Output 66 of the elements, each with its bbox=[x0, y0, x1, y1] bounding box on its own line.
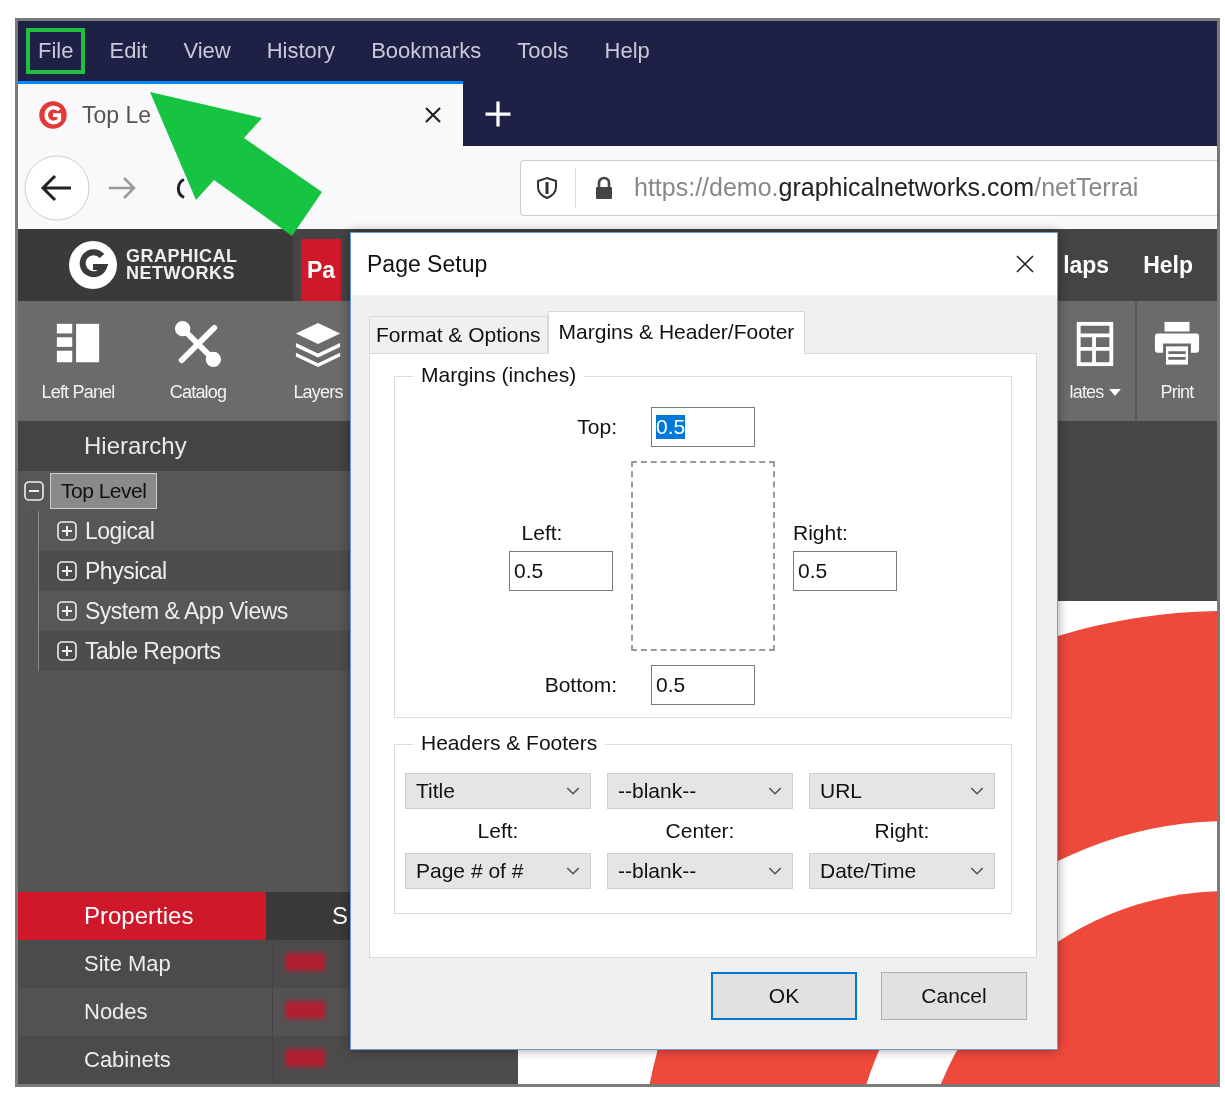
dialog-button[interactable]: Cancel bbox=[881, 972, 1027, 1020]
field-label: Right: bbox=[793, 521, 848, 545]
field-label: Right: bbox=[873, 819, 931, 843]
blurred-value bbox=[285, 1001, 325, 1019]
menu-item[interactable]: History bbox=[254, 28, 348, 74]
address-bar[interactable]: https://demo.graphicalnetworks.com/netTerrai bbox=[520, 159, 1217, 216]
expand-icon[interactable] bbox=[57, 521, 77, 541]
blurred-value bbox=[285, 1049, 325, 1067]
dropdown-field[interactable]: Title bbox=[405, 773, 591, 809]
field-label: Left: bbox=[476, 819, 520, 843]
collapse-icon[interactable] bbox=[24, 481, 44, 501]
dialog-tab[interactable]: Format & Options bbox=[369, 316, 548, 353]
chevron-icon bbox=[768, 866, 782, 876]
expand-icon[interactable] bbox=[57, 561, 77, 581]
tree-item[interactable]: Physical bbox=[83, 557, 169, 585]
nav-tab[interactable]: Pa bbox=[301, 239, 342, 301]
field-label: Top: bbox=[577, 415, 617, 439]
toolbar-button[interactable]: Catalog bbox=[138, 301, 258, 421]
expand-icon[interactable] bbox=[57, 601, 77, 621]
nav-tab[interactable]: Help bbox=[1137, 239, 1199, 291]
back-button[interactable] bbox=[24, 154, 90, 221]
logo-text: GRAPHICAL NETWORKS bbox=[126, 248, 238, 282]
shield-icon bbox=[535, 175, 559, 200]
bottom-margin-field[interactable]: 0.5 bbox=[651, 665, 755, 705]
nav-tab[interactable]: laps bbox=[1057, 239, 1116, 291]
toolbar-icon bbox=[1153, 319, 1201, 368]
dropdown-field[interactable]: Page # of # bbox=[405, 853, 591, 889]
menu-item[interactable]: View bbox=[171, 28, 243, 74]
dropdown-field[interactable]: URL bbox=[809, 773, 995, 809]
property-name: Cabinets bbox=[18, 1036, 273, 1084]
field-label: Center: bbox=[664, 819, 736, 843]
menu-item[interactable]: Help bbox=[592, 28, 662, 74]
favicon-icon bbox=[38, 100, 68, 130]
toolbar-button[interactable]: Left Panel bbox=[18, 301, 138, 421]
menu-item[interactable]: Bookmarks bbox=[359, 28, 494, 74]
chevron-icon bbox=[970, 866, 984, 876]
tree-item[interactable]: Top Level bbox=[50, 473, 158, 509]
menu-item[interactable]: Edit bbox=[97, 28, 160, 74]
top-margin-field[interactable]: 0.5 bbox=[651, 407, 755, 447]
logo-icon bbox=[68, 240, 118, 290]
expand-icon[interactable] bbox=[57, 641, 77, 661]
dropdown-field[interactable]: Date/Time bbox=[809, 853, 995, 889]
tree-item[interactable]: Logical bbox=[83, 517, 157, 545]
right-margin-field[interactable]: 0.5 bbox=[793, 551, 897, 591]
dialog-tab[interactable]: Margins & Header/Footer bbox=[547, 311, 806, 354]
menu-item[interactable]: Tools bbox=[505, 28, 581, 74]
toolbar-button[interactable]: Print bbox=[1135, 301, 1217, 421]
chevron-icon bbox=[970, 786, 984, 796]
chevron-icon bbox=[768, 786, 782, 796]
dropdown-field[interactable]: --blank-- bbox=[607, 853, 793, 889]
tree-item[interactable]: System & App Views bbox=[83, 597, 290, 625]
chevron-icon bbox=[566, 866, 580, 876]
close-icon[interactable] bbox=[423, 105, 443, 125]
menu-item[interactable]: File bbox=[26, 28, 86, 74]
caret-icon bbox=[1108, 388, 1121, 396]
toolbar-icon bbox=[174, 319, 222, 368]
chevron-icon bbox=[566, 786, 580, 796]
close-icon[interactable] bbox=[1015, 254, 1035, 274]
panel-tab[interactable]: Properties bbox=[18, 892, 266, 940]
left-margin-field[interactable]: 0.5 bbox=[509, 551, 613, 591]
field-label: Left: bbox=[521, 521, 563, 545]
blurred-value bbox=[285, 953, 325, 971]
field-label: Bottom: bbox=[544, 673, 617, 697]
dropdown-field[interactable]: --blank-- bbox=[607, 773, 793, 809]
dialog-button[interactable]: OK bbox=[711, 972, 857, 1020]
dialog-title: Page Setup bbox=[367, 250, 489, 278]
